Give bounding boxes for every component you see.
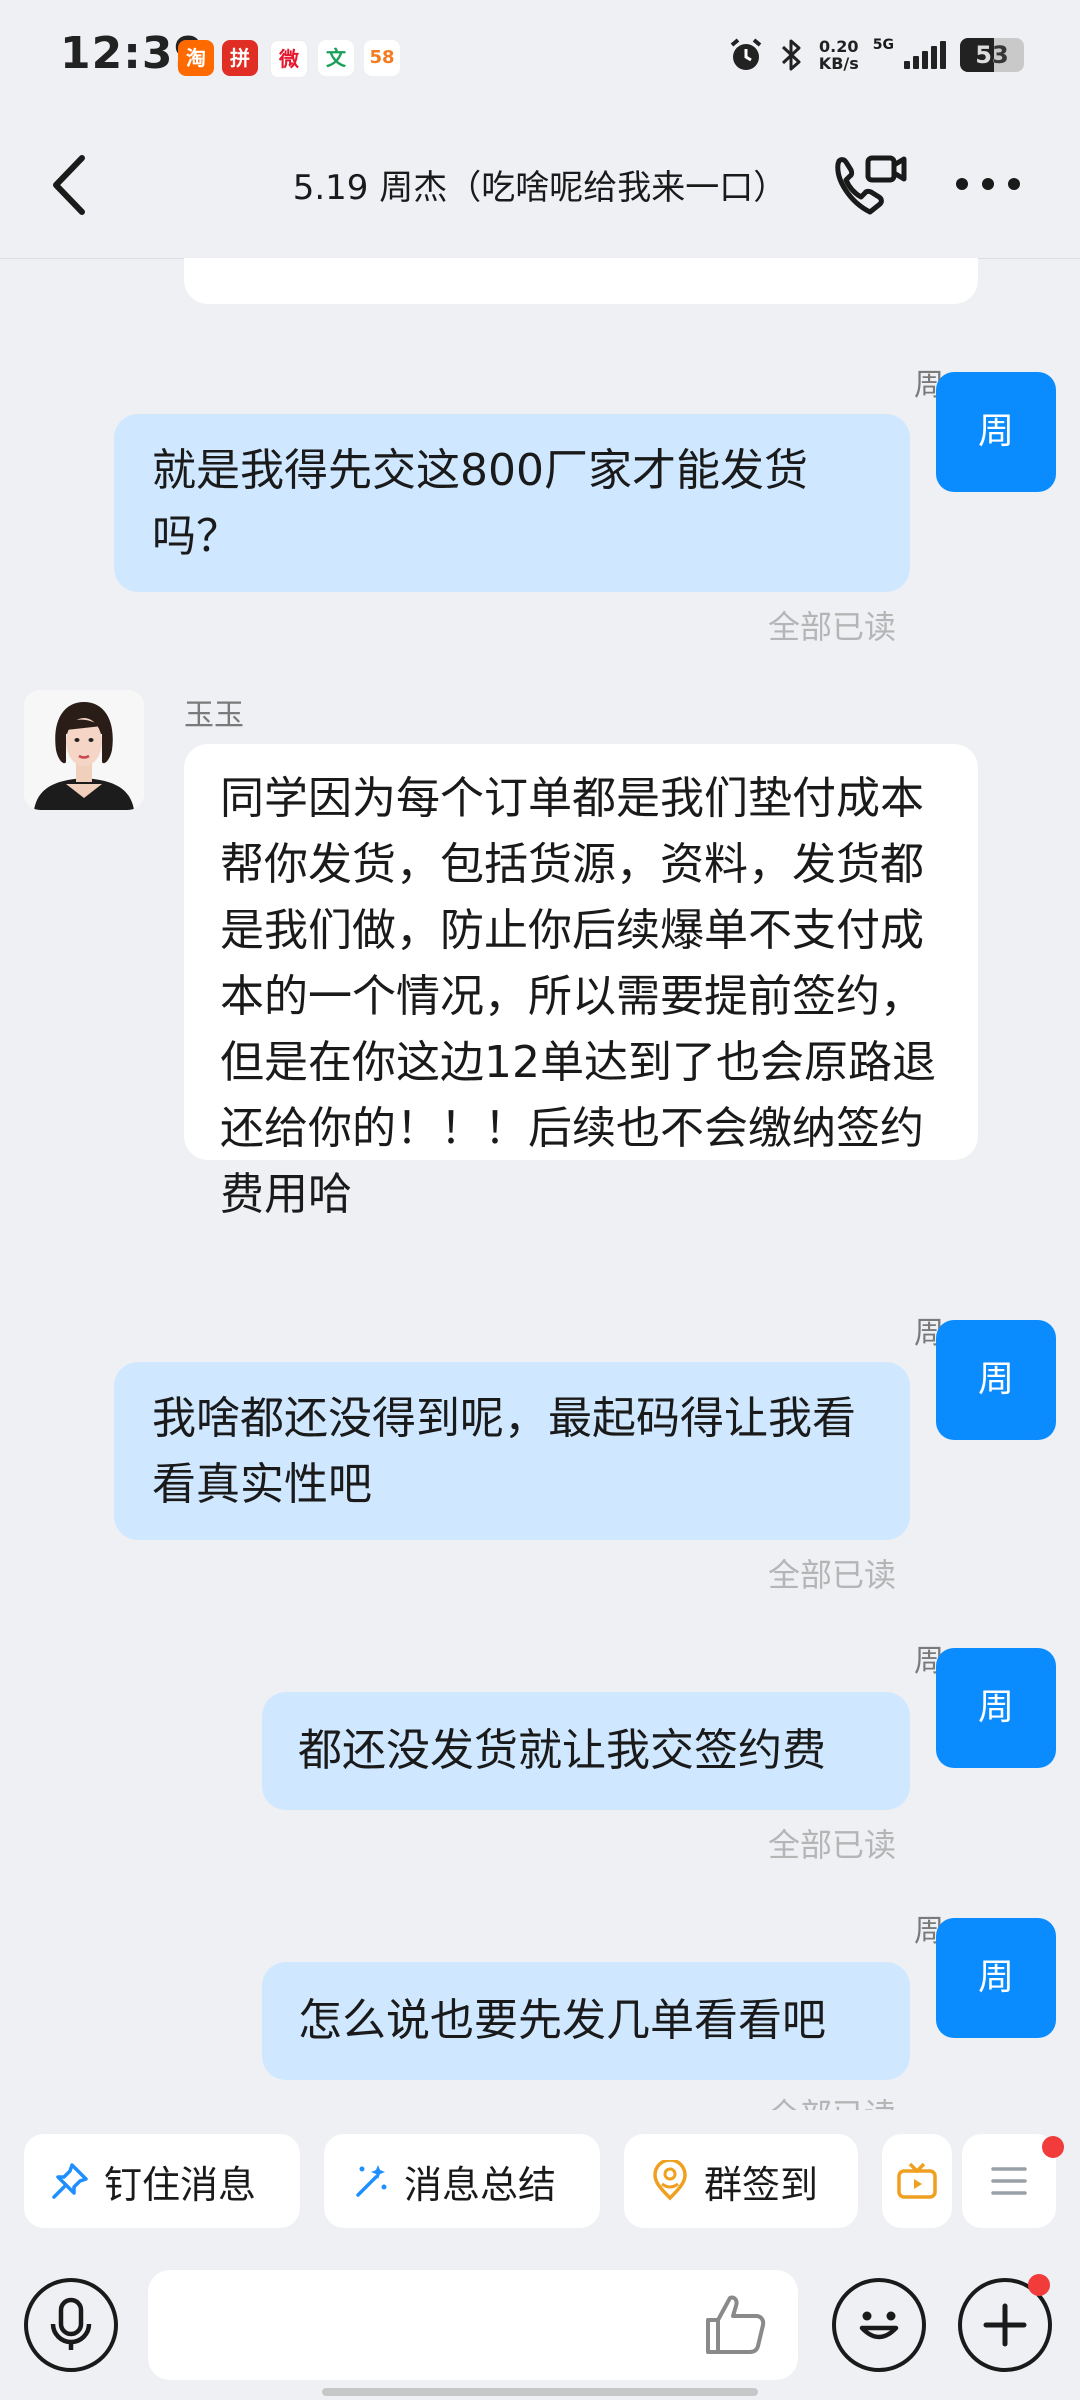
message-bubble-partial — [184, 258, 978, 304]
magic-wand-icon — [356, 2165, 387, 2197]
chat-header: 5.19 周杰（吃啥呢给我来一口） — [0, 120, 1080, 259]
message-bubble[interactable]: 同学因为每个订单都是我们垫付成本帮你发货，包括货源，资料，发货都是我们做，防止你… — [184, 744, 978, 1220]
battery-level: 53 — [975, 41, 1009, 69]
tv-icon — [897, 2162, 937, 2199]
battery-icon: 53 — [960, 38, 1024, 72]
microphone-icon — [50, 2297, 92, 2350]
status-bar: 12:39 淘 拼 微 文 58 0.20 KB/s 5G 53 — [0, 0, 1080, 120]
read-status: 全部已读 — [767, 1556, 896, 1594]
video-call-icon — [835, 155, 907, 215]
more-button[interactable] — [948, 164, 1028, 204]
thumbs-up-icon[interactable] — [700, 2292, 770, 2358]
message-summary-label: 消息总结 — [404, 2162, 557, 2207]
read-status: 全部已读 — [767, 1826, 896, 1864]
pinduoduo-app-icon: 拼 — [222, 40, 258, 76]
more-dots-icon — [956, 178, 1020, 190]
location-pin-icon — [653, 2160, 687, 2201]
network-type: 5G — [872, 37, 894, 53]
my-avatar[interactable]: 周 — [936, 372, 1056, 492]
home-indicator[interactable] — [322, 2388, 758, 2396]
message-bubble[interactable]: 都还没发货就让我交签约费 — [262, 1692, 910, 1810]
sender-name: 玉玉 — [184, 698, 244, 733]
chevron-left-icon — [53, 155, 85, 215]
input-bar — [0, 2250, 1080, 2400]
group-checkin-button[interactable]: 群签到 — [624, 2134, 858, 2228]
notification-dot — [1028, 2274, 1050, 2296]
quick-actions-bar: 钉住消息 消息总结 群签到 — [0, 2110, 1080, 2250]
read-status: 全部已读 — [768, 2090, 896, 2110]
message-text: 怎么说也要先发几单看看吧 — [298, 1995, 826, 2046]
message-input[interactable] — [148, 2270, 798, 2380]
voice-button[interactable] — [24, 2278, 118, 2372]
chat-area[interactable]: 周 周 就是我得先交这800厂家才能发货吗？ 全部已读 玉玉 同学因为每个订单都… — [0, 258, 1080, 2110]
58-app-icon: 58 — [364, 40, 400, 76]
my-avatar[interactable]: 周 — [936, 1918, 1056, 2038]
message-text: 都还没发货就让我交签约费 — [298, 1725, 826, 1776]
more-actions-chip[interactable] — [882, 2134, 952, 2228]
bluetooth-icon — [781, 39, 801, 71]
message-bubble[interactable]: 就是我得先交这800厂家才能发货吗？ — [114, 414, 910, 592]
pin-message-button[interactable]: 钉住消息 — [24, 2134, 300, 2228]
chat-title: 5.19 周杰（吃啥呢给我来一口） — [292, 168, 788, 208]
signal-icon — [904, 41, 946, 69]
emoji-smile-icon — [859, 2311, 899, 2340]
my-avatar[interactable]: 周 — [936, 1320, 1056, 1440]
pin-icon — [52, 2163, 88, 2199]
net-speed-unit: KB/s — [818, 54, 859, 73]
net-speed-value: 0.20 — [819, 37, 859, 56]
read-status: 全部已读 — [767, 608, 896, 646]
alarm-icon — [730, 38, 762, 70]
contact-avatar-image — [24, 690, 144, 810]
call-button[interactable] — [828, 150, 908, 224]
contact-avatar[interactable] — [24, 690, 144, 810]
message-text: 同学因为每个订单都是我们垫付成本帮你发货，包括货源，资料，发货都是我们做，防止你… — [220, 773, 936, 1220]
group-checkin-label: 群签到 — [704, 2162, 819, 2207]
message-summary-button[interactable]: 消息总结 — [324, 2134, 600, 2228]
menu-icon — [991, 2167, 1027, 2195]
emoji-button[interactable] — [832, 2278, 926, 2372]
net-speed: 0.20 KB/s — [819, 38, 859, 72]
message-bubble[interactable]: 我啥都还没得到呢，最起码得让我看看真实性吧 — [114, 1362, 910, 1540]
taobao-app-icon: 淘 — [178, 40, 214, 76]
notification-dot — [1042, 2136, 1064, 2158]
my-avatar[interactable]: 周 — [936, 1648, 1056, 1768]
pin-message-label: 钉住消息 — [104, 2162, 257, 2207]
status-right: 0.20 KB/s 5G 53 — [727, 36, 1024, 74]
message-text: 我啥都还没得到呢，最起码得让我看看真实性吧 — [152, 1393, 856, 1510]
back-button[interactable] — [40, 150, 100, 220]
weibo-app-icon: 微 — [270, 40, 308, 78]
message-bubble[interactable]: 怎么说也要先发几单看看吧 — [262, 1962, 910, 2080]
wenku-app-icon: 文 — [318, 40, 354, 76]
message-text: 就是我得先交这800厂家才能发货吗？ — [152, 445, 808, 562]
